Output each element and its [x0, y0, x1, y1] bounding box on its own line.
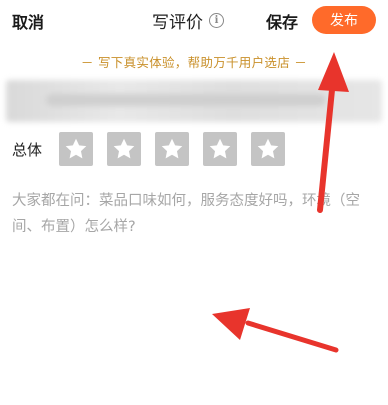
- star-icon: [161, 138, 183, 159]
- publish-button[interactable]: 发布: [312, 6, 376, 34]
- page-title: 写评价: [152, 13, 203, 33]
- star-5[interactable]: [251, 132, 286, 166]
- star-4[interactable]: [203, 132, 238, 166]
- star-2[interactable]: [107, 132, 142, 166]
- cancel-button[interactable]: 取消: [12, 9, 44, 33]
- star-rating: [59, 132, 286, 166]
- rating-label: 总体: [12, 140, 43, 159]
- star-icon: [257, 138, 279, 159]
- annotation-arrow-publish: [317, 52, 349, 213]
- blurred-shop-info: [6, 80, 382, 122]
- slogan-text: － 写下真实体验，帮助万千用户选店 －: [80, 55, 308, 70]
- save-button[interactable]: 保存: [266, 9, 298, 33]
- star-3[interactable]: [155, 132, 190, 166]
- star-icon: [65, 138, 87, 159]
- star-icon: [113, 138, 135, 159]
- info-icon[interactable]: i: [209, 13, 224, 28]
- star-icon: [209, 138, 231, 159]
- rating-row: 总体: [12, 131, 286, 167]
- annotation-arrow-review: [212, 308, 339, 353]
- title-group: 写评价 i: [152, 8, 224, 33]
- top-bar: 取消 写评价 i 保存 发布: [0, 0, 388, 42]
- review-input[interactable]: 大家都在问：菜品口味如何，服务态度好吗，环境（空间、布置）怎么样?: [12, 188, 372, 240]
- star-1[interactable]: [59, 132, 94, 166]
